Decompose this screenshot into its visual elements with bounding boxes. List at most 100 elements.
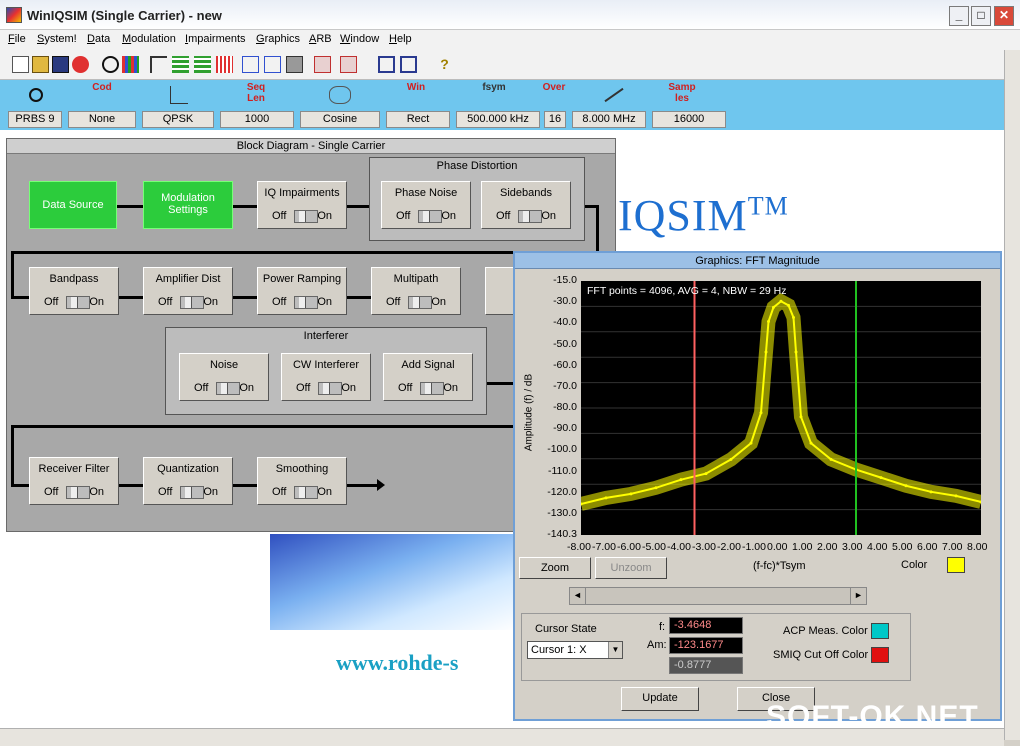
- add-signal-switch[interactable]: Off On: [384, 382, 472, 396]
- coding-icon[interactable]: Cod: [86, 82, 118, 110]
- switch-knob[interactable]: [180, 486, 204, 499]
- graphics2-icon[interactable]: [264, 56, 281, 73]
- seq-len-value[interactable]: 1000: [220, 111, 294, 128]
- add-signal-block[interactable]: Add Signal Off On: [383, 353, 473, 401]
- multipath-block[interactable]: Multipath Off On: [371, 267, 461, 315]
- menu-system[interactable]: System!: [37, 33, 77, 45]
- switch-knob[interactable]: [420, 382, 444, 395]
- menu-help[interactable]: Help: [389, 33, 412, 45]
- noise-switch[interactable]: Off On: [180, 382, 268, 396]
- modulation-settings-block[interactable]: Modulation Settings: [143, 181, 233, 229]
- coding-icon[interactable]: [122, 56, 139, 73]
- switch-knob[interactable]: [216, 382, 240, 395]
- trace-color-swatch[interactable]: [947, 557, 965, 573]
- iq-impairments-block[interactable]: IQ Impairments Off On: [257, 181, 347, 229]
- menu-impairments[interactable]: Impairments: [185, 33, 246, 45]
- constellation-icon[interactable]: [163, 82, 195, 110]
- menu-data[interactable]: Data: [87, 33, 110, 45]
- symbol-rate-value[interactable]: 500.000 kHz: [456, 111, 540, 128]
- multipath-switch[interactable]: Off On: [372, 296, 460, 310]
- bandwidth-value[interactable]: 8.000 MHz: [572, 111, 646, 128]
- menu-modulation[interactable]: Modulation: [122, 33, 176, 45]
- print-icon[interactable]: [286, 56, 303, 73]
- transfer-icon[interactable]: [314, 56, 331, 73]
- smoothing-switch[interactable]: Off On: [258, 486, 346, 500]
- f-value-field[interactable]: -3.4648: [669, 617, 743, 634]
- quantization-switch[interactable]: Off On: [144, 486, 232, 500]
- switch-knob[interactable]: [66, 486, 90, 499]
- data-source-icon[interactable]: [20, 82, 52, 110]
- filter-value[interactable]: Cosine: [300, 111, 380, 128]
- amplifier-dist-block[interactable]: Amplifier Dist Off On: [143, 267, 233, 315]
- switch-knob[interactable]: [518, 210, 542, 223]
- unzoom-button[interactable]: Unzoom: [595, 557, 667, 579]
- save-icon[interactable]: [52, 56, 69, 73]
- phase-noise-block[interactable]: Phase Noise Off On: [381, 181, 471, 229]
- impairments-icon[interactable]: [172, 56, 189, 73]
- smoothing-block[interactable]: Smoothing Off On: [257, 457, 347, 505]
- help-icon[interactable]: ?: [436, 56, 453, 73]
- update-button[interactable]: Update: [621, 687, 699, 711]
- acp-color-swatch[interactable]: [871, 623, 889, 639]
- cw-interferer-block[interactable]: CW Interferer Off On: [281, 353, 371, 401]
- am-value-field[interactable]: -123.1677: [669, 637, 743, 654]
- third-value-field[interactable]: -0.8777: [669, 657, 743, 674]
- menu-window[interactable]: Window: [340, 33, 379, 45]
- samples-value[interactable]: 16000: [652, 111, 726, 128]
- graphics-icon[interactable]: [242, 56, 259, 73]
- quantization-block[interactable]: Quantization Off On: [143, 457, 233, 505]
- switch-knob[interactable]: [180, 296, 204, 309]
- tile-horizontal-icon[interactable]: [378, 56, 395, 73]
- seq-len-icon[interactable]: Seq Len: [240, 82, 272, 110]
- scroll-left-icon[interactable]: ◄: [570, 588, 586, 604]
- cursor-select[interactable]: Cursor 1: X ▼: [527, 641, 623, 659]
- switch-knob[interactable]: [66, 296, 90, 309]
- menu-graphics[interactable]: Graphics: [256, 33, 300, 45]
- receiver-filter-switch[interactable]: Off On: [30, 486, 118, 500]
- constellation-icon[interactable]: [150, 56, 167, 73]
- data-source-value[interactable]: PRBS 9: [8, 111, 62, 128]
- zoom-button[interactable]: Zoom: [519, 557, 591, 579]
- horizontal-scrollbar[interactable]: ◄ ►: [569, 587, 867, 605]
- receiver-filter-block[interactable]: Receiver Filter Off On: [29, 457, 119, 505]
- tile-vertical-icon[interactable]: [400, 56, 417, 73]
- impairments2-icon[interactable]: [194, 56, 211, 73]
- sidebands-block[interactable]: Sidebands Off On: [481, 181, 571, 229]
- bandpass-block[interactable]: Bandpass Off On: [29, 267, 119, 315]
- amplifier-switch[interactable]: Off On: [144, 296, 232, 310]
- switch-knob[interactable]: [408, 296, 432, 309]
- filter-icon[interactable]: [324, 82, 356, 110]
- bandpass-switch[interactable]: Off On: [30, 296, 118, 310]
- oversampling-value[interactable]: 16: [544, 111, 566, 128]
- menu-arb[interactable]: ARB: [309, 33, 332, 45]
- remote-icon[interactable]: [340, 56, 357, 73]
- oversampling-icon[interactable]: Over: [538, 82, 570, 110]
- noise-block[interactable]: Noise Off On: [179, 353, 269, 401]
- switch-knob[interactable]: [318, 382, 342, 395]
- open-icon[interactable]: [32, 56, 49, 73]
- new-icon[interactable]: [12, 56, 29, 73]
- data-source-block[interactable]: Data Source: [29, 181, 117, 229]
- fsym-icon[interactable]: fsym: [478, 82, 510, 110]
- data-source-icon[interactable]: [102, 56, 119, 73]
- scroll-right-icon[interactable]: ►: [850, 588, 866, 604]
- maximize-button[interactable]: □: [971, 6, 991, 26]
- power-ramping-block[interactable]: Power Ramping Off On: [257, 267, 347, 315]
- minimize-button[interactable]: _: [949, 6, 969, 26]
- chevron-down-icon[interactable]: ▼: [608, 642, 622, 658]
- fft-plot-area[interactable]: FFT points = 4096, AVG = 4, NBW = 29 Hz: [579, 281, 983, 535]
- modulation-value[interactable]: QPSK: [142, 111, 214, 128]
- close-window-button[interactable]: ✕: [994, 6, 1014, 26]
- vertical-scrollbar[interactable]: [1004, 50, 1020, 740]
- window-value[interactable]: Rect: [386, 111, 450, 128]
- sidebands-switch[interactable]: Off On: [482, 210, 570, 224]
- coding-value[interactable]: None: [68, 111, 136, 128]
- phase-noise-switch[interactable]: Off On: [382, 210, 470, 224]
- power-ramping-switch[interactable]: Off On: [258, 296, 346, 310]
- exit-icon[interactable]: [72, 56, 89, 73]
- cw-interferer-switch[interactable]: Off On: [282, 382, 370, 396]
- switch-knob[interactable]: [294, 486, 318, 499]
- smiq-color-swatch[interactable]: [871, 647, 889, 663]
- switch-knob[interactable]: [294, 210, 318, 223]
- window-icon[interactable]: Win: [400, 82, 432, 110]
